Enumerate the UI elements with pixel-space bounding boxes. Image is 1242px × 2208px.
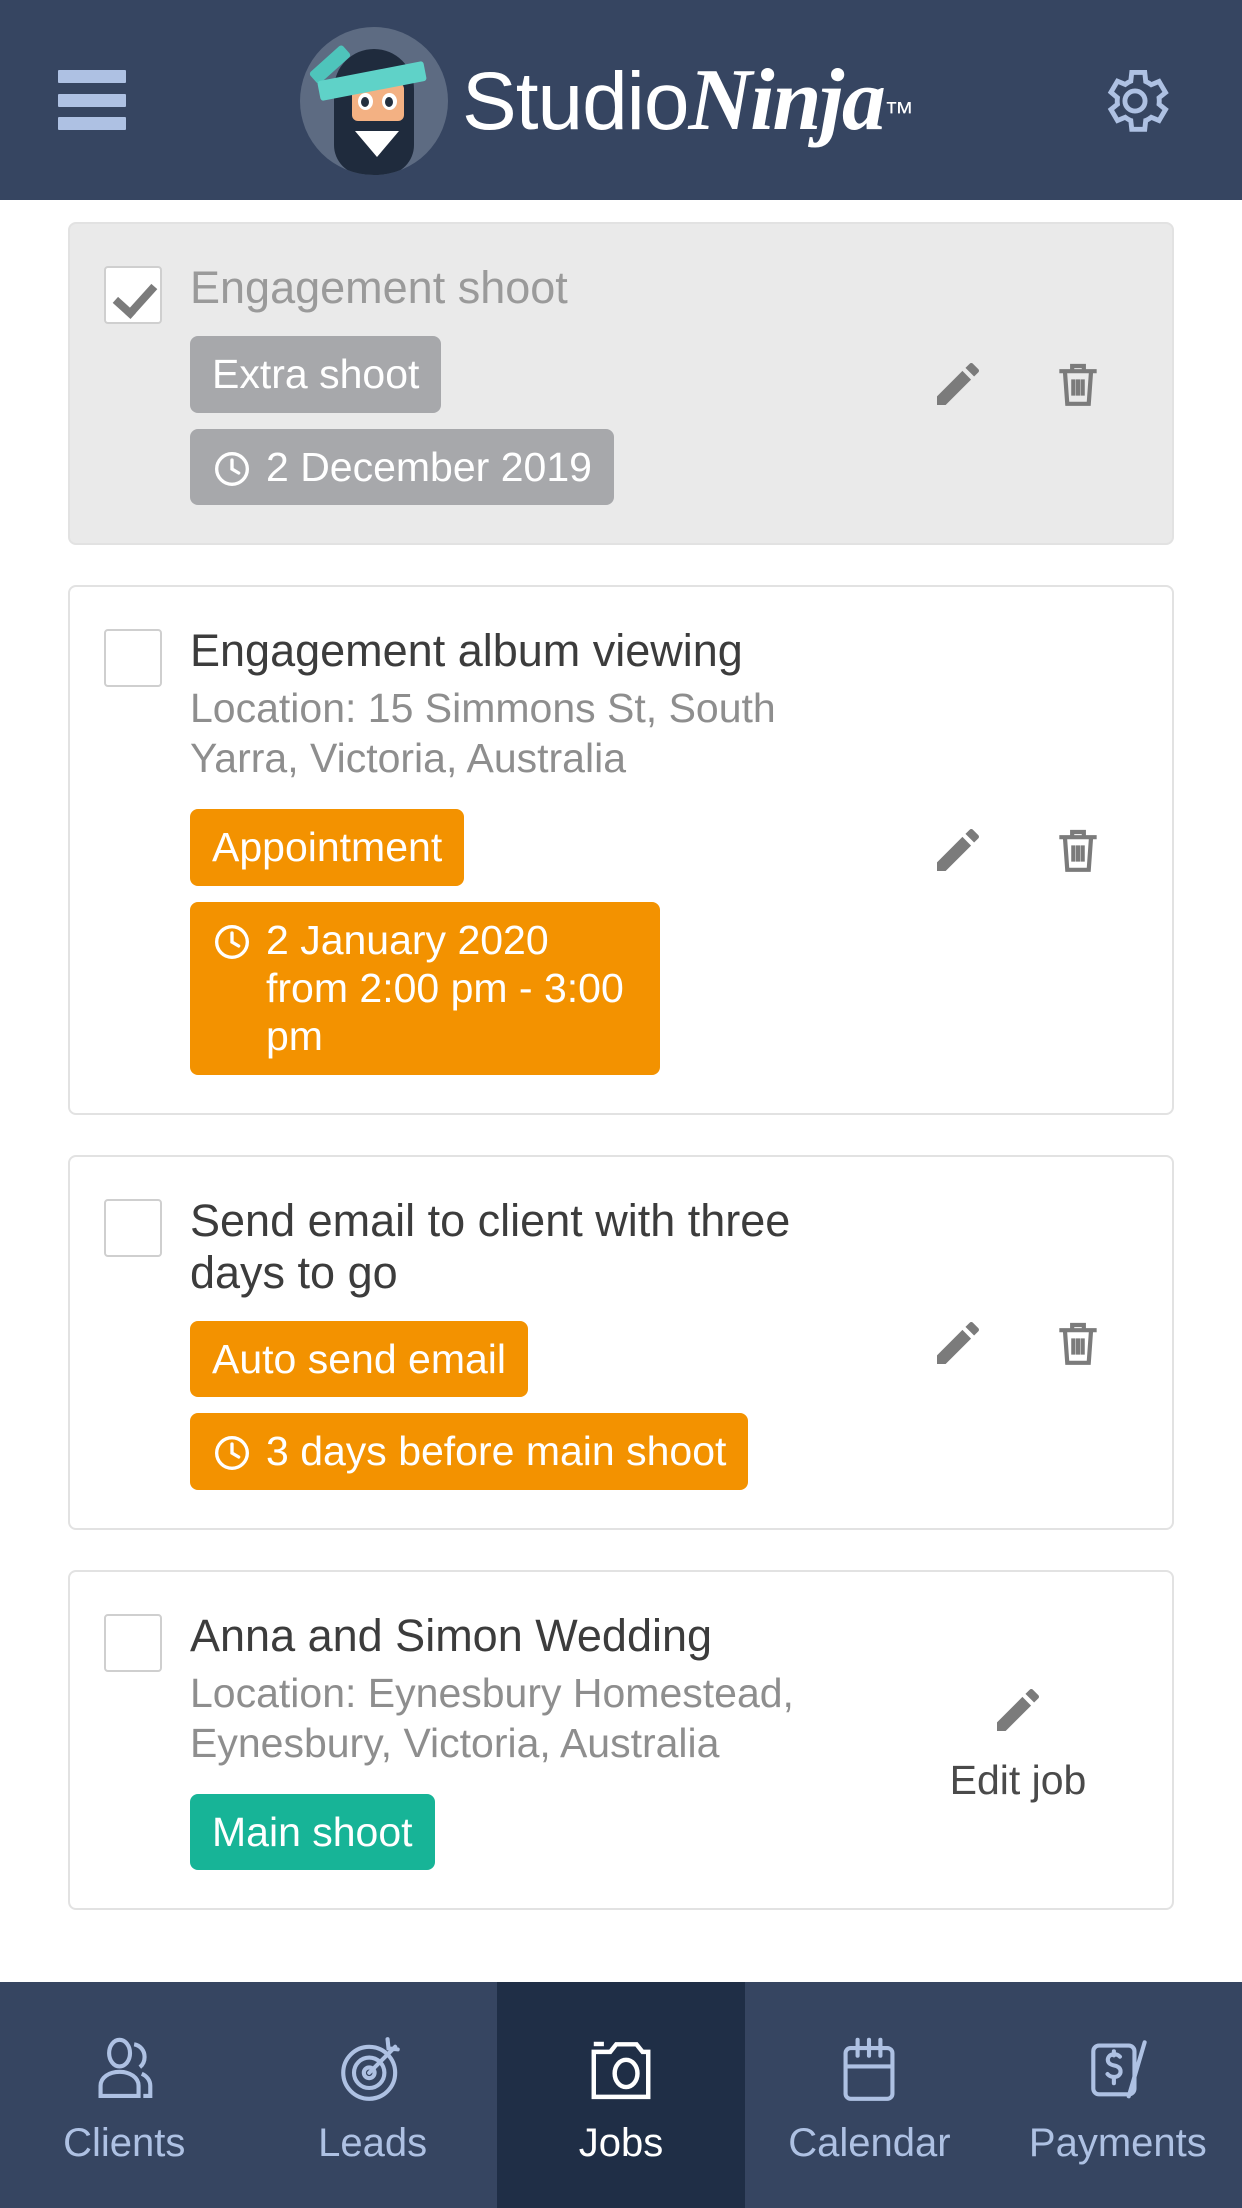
hamburger-menu-icon[interactable]	[58, 70, 126, 130]
task-title: Engagement album viewing	[190, 624, 743, 676]
nav-label: Calendar	[788, 2120, 951, 2165]
trash-icon[interactable]	[1050, 1315, 1106, 1376]
nav-label: Clients	[63, 2120, 186, 2165]
nav-item-calendar[interactable]: Calendar	[745, 1982, 993, 2208]
task-type-badge: Extra shoot	[190, 336, 442, 413]
clock-icon	[215, 924, 249, 959]
task-card[interactable]: Engagement shoot Extra shoot 2 December …	[68, 222, 1174, 545]
target-icon	[340, 2036, 400, 2101]
task-checkbox[interactable]	[104, 266, 162, 324]
trash-icon[interactable]	[1050, 822, 1106, 883]
task-type-badge: Auto send email	[190, 1321, 529, 1398]
clock-icon	[215, 1436, 249, 1471]
task-date-badge: 3 days before main shoot	[190, 1413, 749, 1490]
task-actions[interactable]	[898, 1195, 1138, 1490]
task-content: Send email to client with three days to …	[190, 1195, 898, 1490]
nav-item-leads[interactable]: Leads	[248, 1982, 496, 2208]
gear-icon[interactable]	[1096, 62, 1174, 140]
nav-item-payments[interactable]: Payments	[994, 1982, 1242, 2208]
nav-label: Leads	[318, 2120, 428, 2165]
task-actions[interactable]	[898, 625, 1138, 1075]
task-date-text: 3 days before main shoot	[266, 1428, 727, 1475]
trash-icon[interactable]	[1050, 356, 1106, 417]
dollar-bill-icon	[1091, 2039, 1147, 2098]
brand-logo-block: StudioNinja™	[300, 18, 960, 183]
pencil-icon[interactable]	[930, 822, 986, 883]
brand-title: StudioNinja™	[462, 50, 914, 151]
task-type-badge: Main shoot	[190, 1794, 435, 1871]
task-type-badge: Appointment	[190, 809, 465, 886]
task-title: Anna and Simon Wedding	[190, 1609, 713, 1661]
task-card[interactable]: Engagement album viewing Location: 15 Si…	[68, 584, 1174, 1115]
task-checkbox[interactable]	[104, 1613, 162, 1672]
task-checkbox[interactable]	[104, 628, 162, 687]
pencil-icon[interactable]	[930, 356, 986, 417]
app-header: StudioNinja™	[0, 0, 1242, 200]
nav-item-jobs[interactable]: Jobs	[496, 1982, 746, 2208]
nav-label: Jobs	[578, 2120, 664, 2165]
task-date-text: 2 January 2020 from 2:00 pm - 3:00 pm	[266, 916, 624, 1060]
trademark-mark: ™	[883, 96, 914, 130]
brand-secondary-text: Ninja	[688, 52, 886, 149]
task-location: Location: 15 Simmons St, South Yarra, Vi…	[190, 685, 776, 782]
people-icon	[98, 2037, 153, 2098]
task-content: Engagement album viewing Location: 15 Si…	[190, 625, 898, 1075]
nav-label: Payments	[1028, 2120, 1207, 2165]
calendar-icon	[843, 2037, 895, 2101]
task-title: Send email to client with three days to …	[190, 1194, 791, 1298]
bottom-navigation: Clients Leads Jobs Calendar Payments	[0, 1982, 1242, 2208]
pencil-icon[interactable]	[990, 1682, 1046, 1743]
task-date-badge: 2 December 2019	[190, 428, 614, 505]
task-date-badge: 2 January 2020 from 2:00 pm - 3:00 pm	[190, 901, 660, 1075]
pencil-icon[interactable]	[930, 1315, 986, 1376]
task-list[interactable]: Engagement shoot Extra shoot 2 December …	[0, 200, 1242, 1982]
brand-primary-text: Studio	[462, 56, 690, 147]
clock-icon	[215, 451, 249, 486]
task-actions[interactable]: Edit job	[898, 1610, 1138, 1871]
nav-item-clients[interactable]: Clients	[0, 1982, 248, 2208]
task-card[interactable]: Anna and Simon Wedding Location: Eynesbu…	[68, 1569, 1174, 1911]
task-actions[interactable]	[898, 262, 1138, 505]
task-card[interactable]: Send email to client with three days to …	[68, 1154, 1174, 1530]
edit-job-label[interactable]: Edit job	[950, 1757, 1087, 1804]
task-content: Anna and Simon Wedding Location: Eynesbu…	[190, 1610, 898, 1871]
task-location: Location: Eynesbury Homestead, Eynesbury…	[190, 1669, 794, 1766]
task-checkbox[interactable]	[104, 1198, 162, 1257]
task-date-text: 2 December 2019	[266, 443, 592, 490]
ninja-avatar-icon	[300, 26, 448, 175]
task-title: Engagement shoot	[190, 262, 568, 313]
camera-icon	[591, 2041, 651, 2099]
task-content: Engagement shoot Extra shoot 2 December …	[190, 262, 898, 505]
